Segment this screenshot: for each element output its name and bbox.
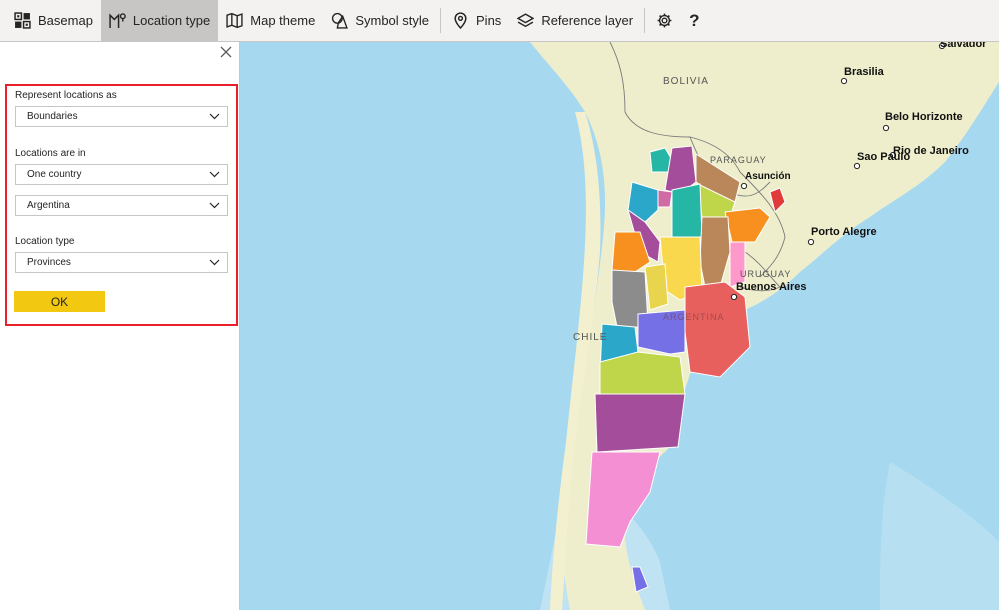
label-bolivia: BOLIVIA xyxy=(663,76,709,87)
map-canvas[interactable]: Salvador BOLIVIA Brasilia Belo Horizonte… xyxy=(240,42,999,610)
ok-button[interactable]: OK xyxy=(14,291,105,312)
symbol-style-icon xyxy=(331,12,349,29)
label-chile: CHILE xyxy=(573,332,608,343)
toolbar-divider xyxy=(440,8,442,33)
chevron-down-icon xyxy=(209,113,220,120)
pins-label: Pins xyxy=(476,13,502,28)
label-brasilia: Brasilia xyxy=(844,66,884,78)
label-belo-horizonte: Belo Horizonte xyxy=(885,111,963,123)
basemap-label: Basemap xyxy=(38,13,93,28)
reference-layer-label: Reference layer xyxy=(541,13,634,28)
gear-icon xyxy=(656,12,673,29)
settings-button[interactable] xyxy=(648,0,681,41)
location-type-button[interactable]: Location type xyxy=(100,0,219,41)
toolbar-divider xyxy=(644,8,646,33)
location-type-value: Provinces xyxy=(27,257,71,268)
map-theme-icon xyxy=(226,12,243,29)
pins-button[interactable]: Pins xyxy=(444,0,509,41)
symbol-style-button[interactable]: Symbol style xyxy=(323,0,437,41)
city-dot xyxy=(882,124,890,132)
represent-locations-value: Boundaries xyxy=(27,111,78,122)
map-theme-label: Map theme xyxy=(250,13,316,28)
label-salvador: Salvador xyxy=(940,42,987,50)
help-button[interactable]: ? xyxy=(681,0,707,41)
location-type-label: Location type xyxy=(132,13,211,28)
label-sao-paulo: Sao Paulo xyxy=(857,151,911,163)
city-dot xyxy=(730,293,738,301)
close-button[interactable] xyxy=(217,45,235,63)
symbol-style-label: Symbol style xyxy=(355,13,430,28)
city-dot xyxy=(853,162,861,170)
pin-icon xyxy=(452,12,469,29)
location-type-dropdown[interactable]: Provinces xyxy=(15,252,228,273)
province-chubut xyxy=(594,393,686,453)
label-buenos-aires: Buenos Aires xyxy=(736,281,807,293)
locations-are-in-dropdown[interactable]: One country xyxy=(15,164,228,185)
location-type-pane: Represent locations as Boundaries Locati… xyxy=(0,42,240,610)
chevron-down-icon xyxy=(209,259,220,266)
country-value: Argentina xyxy=(27,200,70,211)
locations-are-in-value: One country xyxy=(27,169,82,180)
close-icon xyxy=(220,45,232,63)
basemap-button[interactable]: Basemap xyxy=(6,0,101,41)
locations-are-in-label: Locations are in xyxy=(15,148,86,159)
layers-icon xyxy=(517,12,535,29)
city-dot xyxy=(740,182,748,190)
location-type-field-label: Location type xyxy=(15,236,75,247)
location-settings-box: Represent locations as Boundaries Locati… xyxy=(5,84,238,326)
province-rionegro xyxy=(599,351,686,395)
label-paraguay: PARAGUAY xyxy=(710,155,767,165)
label-uruguay: URUGUAY xyxy=(740,269,792,279)
chevron-down-icon xyxy=(209,171,220,178)
map-toolbar: Basemap Location type Map theme Symbol s… xyxy=(0,0,999,42)
label-porto-alegre: Porto Alegre xyxy=(811,226,877,238)
label-argentina: ARGENTINA xyxy=(663,312,725,322)
province-santiago xyxy=(671,183,703,238)
basemap-icon xyxy=(14,12,31,29)
city-dot xyxy=(840,77,848,85)
help-icon: ? xyxy=(689,10,700,30)
location-type-icon xyxy=(109,12,126,29)
represent-locations-label: Represent locations as xyxy=(15,90,117,101)
label-asuncion: Asunción xyxy=(745,171,791,182)
province-tucuman xyxy=(657,189,673,208)
map-theme-button[interactable]: Map theme xyxy=(218,0,323,41)
represent-locations-dropdown[interactable]: Boundaries xyxy=(15,106,228,127)
chevron-down-icon xyxy=(209,202,220,209)
city-dot xyxy=(807,238,815,246)
country-dropdown[interactable]: Argentina xyxy=(15,195,228,216)
reference-layer-button[interactable]: Reference layer xyxy=(509,0,641,41)
